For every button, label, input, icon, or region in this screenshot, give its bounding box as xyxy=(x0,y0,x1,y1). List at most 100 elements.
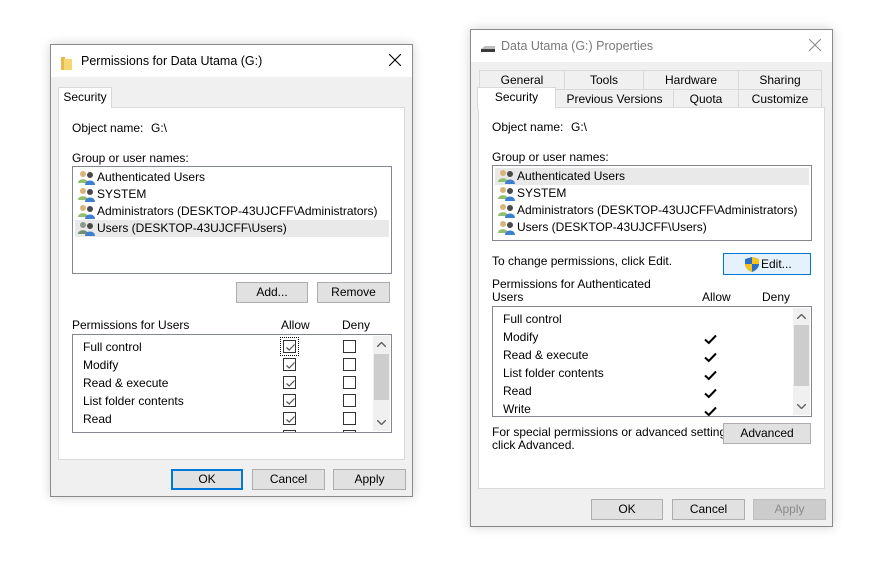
user-list-item[interactable]: Authenticated Users xyxy=(75,169,389,186)
tab-security[interactable]: Security xyxy=(58,87,112,108)
allow-checkbox[interactable] xyxy=(283,412,296,425)
tab-quota[interactable]: Quota xyxy=(673,89,739,108)
window-title: Data Utama (G:) Properties xyxy=(501,39,654,53)
permission-name: Read xyxy=(503,384,532,398)
user-group-icon xyxy=(78,221,96,236)
close-button[interactable] xyxy=(380,45,410,75)
cancel-button[interactable]: Cancel xyxy=(252,469,325,490)
tab-sharing[interactable]: Sharing xyxy=(738,70,822,90)
scroll-down-button[interactable] xyxy=(373,414,390,431)
allow-header: Allow xyxy=(281,318,310,332)
user-group-icon xyxy=(78,204,96,219)
object-name-value: G:\ xyxy=(151,121,168,135)
allow-check-icon xyxy=(704,406,717,416)
remove-button[interactable]: Remove xyxy=(317,282,390,303)
group-label: Group or user names: xyxy=(492,150,609,164)
folder-icon xyxy=(61,56,73,73)
title-bar[interactable]: Data Utama (G:) Properties xyxy=(471,30,832,62)
deny-header: Deny xyxy=(342,318,371,332)
close-icon xyxy=(809,39,821,51)
deny-checkbox[interactable] xyxy=(343,358,356,371)
scrollbar[interactable] xyxy=(793,308,810,415)
permissions-label-line1: Permissions for Authenticated xyxy=(492,277,651,291)
close-icon xyxy=(389,54,401,66)
user-name: Users (DESKTOP-43UJCFF\Users) xyxy=(97,221,287,235)
change-permissions-hint: To change permissions, click Edit. xyxy=(492,254,673,268)
title-bar[interactable]: Permissions for Data Utama (G:) xyxy=(51,45,412,77)
ok-button[interactable]: OK xyxy=(591,499,663,520)
user-group-icon xyxy=(498,186,516,201)
deny-checkbox[interactable] xyxy=(343,340,356,353)
scroll-thumb[interactable] xyxy=(374,354,389,400)
scroll-down-button[interactable] xyxy=(793,398,810,415)
close-button[interactable] xyxy=(800,30,830,60)
allow-checkbox[interactable] xyxy=(283,430,296,432)
user-list-item[interactable]: SYSTEM xyxy=(75,186,389,203)
allow-check-icon xyxy=(704,334,717,348)
user-list[interactable]: Authenticated Users SYSTEM Administrator… xyxy=(72,166,392,274)
user-group-icon xyxy=(498,220,516,235)
allow-checkbox[interactable] xyxy=(280,337,299,356)
edit-button[interactable]: Edit... xyxy=(723,253,811,275)
user-name: Administrators (DESKTOP-43UJCFF\Administ… xyxy=(517,203,798,217)
allow-checkbox[interactable] xyxy=(283,376,296,389)
user-list-item[interactable]: Users (DESKTOP-43UJCFF\Users) xyxy=(495,219,809,236)
user-list-item[interactable]: Administrators (DESKTOP-43UJCFF\Administ… xyxy=(75,203,389,220)
user-list-item[interactable]: Administrators (DESKTOP-43UJCFF\Administ… xyxy=(495,202,809,219)
permission-name: Read & execute xyxy=(83,376,169,390)
object-name-label: Object name: xyxy=(492,120,564,134)
deny-checkbox[interactable] xyxy=(343,394,356,407)
tab-hardware[interactable]: Hardware xyxy=(643,70,739,90)
tab-security[interactable]: Security xyxy=(477,87,556,109)
permission-name: List folder contents xyxy=(503,366,604,380)
user-name: Users (DESKTOP-43UJCFF\Users) xyxy=(517,220,707,234)
chevron-down-icon xyxy=(797,404,806,409)
permission-name: Full control xyxy=(503,312,562,326)
allow-check-icon xyxy=(704,352,717,366)
scrollbar[interactable] xyxy=(373,336,390,431)
permission-name: List folder contents xyxy=(83,394,184,408)
scroll-up-button[interactable] xyxy=(793,308,810,325)
tab-customize[interactable]: Customize xyxy=(738,89,822,108)
security-panel: Object name: G:\ Group or user names: Au… xyxy=(58,107,405,460)
advanced-hint-line1: For special permissions or advanced sett… xyxy=(492,425,736,439)
permissions-list[interactable]: Full control Modify Read & execute List fol… xyxy=(72,334,392,433)
advanced-button[interactable]: Advanced xyxy=(723,423,811,444)
scroll-up-button[interactable] xyxy=(373,336,390,353)
ok-button[interactable]: OK xyxy=(171,469,243,490)
user-list[interactable]: Authenticated Users SYSTEM Administrator… xyxy=(492,165,812,241)
tab-tools[interactable]: Tools xyxy=(564,70,644,90)
apply-button[interactable]: Apply xyxy=(333,469,406,490)
user-group-icon xyxy=(78,170,96,185)
advanced-hint-line2: click Advanced. xyxy=(492,438,575,452)
allow-check-icon xyxy=(704,388,717,402)
chevron-up-icon xyxy=(377,342,386,347)
object-name-label: Object name: xyxy=(72,121,144,135)
deny-checkbox[interactable] xyxy=(343,412,356,425)
permissions-label-line2: Users xyxy=(492,290,524,304)
user-name: Authenticated Users xyxy=(517,169,626,183)
deny-checkbox[interactable] xyxy=(343,376,356,389)
apply-button[interactable]: Apply xyxy=(753,499,826,520)
deny-checkbox[interactable] xyxy=(343,430,356,432)
scroll-thumb[interactable] xyxy=(794,325,809,386)
tab-previous-versions[interactable]: Previous Versions xyxy=(555,89,674,108)
permissions-list[interactable]: Full control Modify Read & execute List fol… xyxy=(492,306,812,417)
allow-checkbox[interactable] xyxy=(283,358,296,371)
permission-name: Modify xyxy=(503,330,539,344)
cancel-button[interactable]: Cancel xyxy=(672,499,745,520)
user-name: Administrators (DESKTOP-43UJCFF\Administ… xyxy=(97,204,378,218)
user-list-item[interactable]: Users (DESKTOP-43UJCFF\Users) xyxy=(75,220,389,237)
allow-checkbox[interactable] xyxy=(283,394,296,407)
chevron-up-icon xyxy=(797,314,806,319)
deny-header: Deny xyxy=(762,290,791,304)
user-list-item[interactable]: Authenticated Users xyxy=(495,168,809,185)
chevron-down-icon xyxy=(377,420,386,425)
window-title: Permissions for Data Utama (G:) xyxy=(81,54,263,68)
permission-name: Write xyxy=(503,402,531,416)
permissions-label: Permissions for Users xyxy=(72,318,190,332)
user-name: SYSTEM xyxy=(97,187,147,201)
add-button[interactable]: Add... xyxy=(236,282,308,303)
drive-icon xyxy=(480,42,496,56)
user-list-item[interactable]: SYSTEM xyxy=(495,185,809,202)
